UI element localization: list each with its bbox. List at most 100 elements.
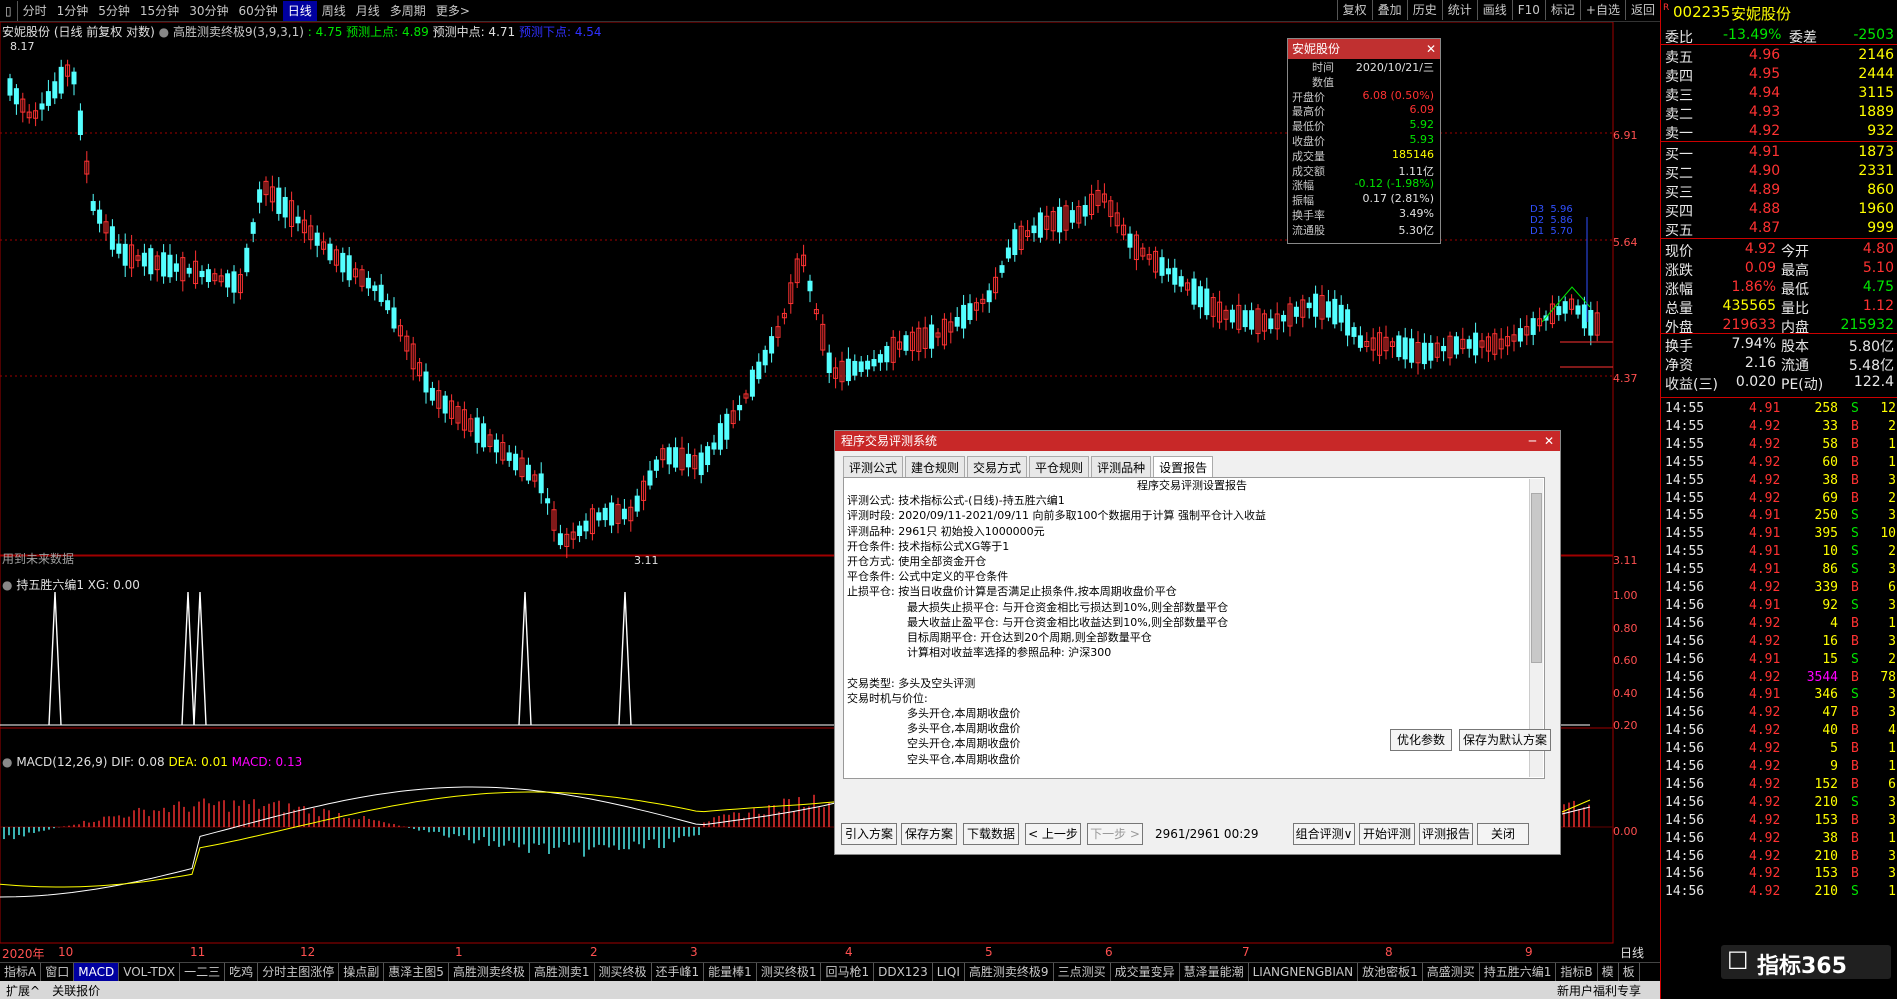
period-tab[interactable]: 1分钟 [52, 1, 94, 21]
indicator-tab[interactable]: DDX123 [874, 963, 933, 981]
indicator-tab[interactable]: 高胜测卖1 [530, 963, 595, 981]
bar-info-window[interactable]: 安妮股份 ✕ 时间 2020/10/21/三 数值 开盘价 6.08 (0.50%) 最高价… [1287, 38, 1441, 244]
trade-cell: B [1851, 580, 1859, 595]
period-label[interactable]: 日线 [1620, 944, 1644, 961]
bid-label: 买一 [1665, 147, 1693, 163]
toolbar-button[interactable]: 历史 [1406, 0, 1442, 20]
dialog-tab[interactable]: 评测公式 [843, 456, 904, 478]
indicator-tab[interactable]: LIANGNENGBIAN [1249, 963, 1359, 981]
period-tab[interactable]: 15分钟 [135, 1, 184, 21]
dialog-button[interactable]: 下一步 > [1087, 823, 1143, 845]
indicator-tab[interactable]: 回马枪1 [821, 963, 875, 981]
period-tab[interactable]: 5分钟 [93, 1, 135, 21]
sub1-y-tick: 1.00 [1613, 589, 1638, 602]
close-icon[interactable]: ✕ [1544, 431, 1554, 451]
period-tab[interactable]: 日线 [282, 0, 317, 21]
toolbar-button[interactable]: 返回 [1624, 0, 1660, 20]
indicator-tab[interactable]: 高胜测卖终极9 [965, 963, 1054, 981]
period-tab[interactable]: 周线 [317, 1, 351, 21]
indicator-tab[interactable]: VOL-TDX [119, 963, 181, 981]
dialog-tab[interactable]: 平仓规则 [1029, 456, 1090, 478]
indicator-tab[interactable]: 一二三 [180, 963, 226, 981]
toolbar-button[interactable]: 标记 [1544, 0, 1580, 20]
expand-button[interactable]: 扩展^ [0, 982, 46, 999]
promo-link[interactable]: 新用户福利专享 [1551, 982, 1647, 999]
period-tab[interactable]: 分时 [18, 1, 52, 21]
trade-cell: 4.92 [1749, 580, 1781, 595]
linked-quote-button[interactable]: 关联报价 [46, 982, 106, 999]
toolbar-button[interactable]: 统计 [1441, 0, 1477, 20]
trade-cell: 14:56 [1665, 884, 1705, 900]
dialog-button[interactable]: 评测报告 [1419, 823, 1473, 845]
indicator-tab[interactable]: 高盛测买 [1423, 963, 1480, 981]
indicator-tab[interactable]: 高胜测卖终极 [449, 963, 530, 981]
toolbar-button[interactable]: +自选 [1579, 0, 1625, 20]
dialog-button[interactable]: 下载数据 [963, 823, 1019, 845]
indicator-tab[interactable]: 惠泽主图5 [384, 963, 449, 981]
indicator-tab[interactable]: 持五胜六编1 [1480, 963, 1557, 981]
dialog-tab[interactable]: 交易方式 [967, 456, 1028, 478]
period-tab[interactable]: 30分钟 [184, 1, 233, 21]
period-tab[interactable]: 多周期 [385, 1, 431, 21]
period-tab[interactable]: 月线 [351, 1, 385, 21]
dialog-tab[interactable]: 设置报告 [1153, 456, 1214, 478]
indicator-tab[interactable]: 指标B [1556, 963, 1598, 981]
minimize-icon[interactable]: ─ [1529, 431, 1536, 451]
dialog-button[interactable]: 关闭 [1477, 823, 1529, 845]
dialog-button[interactable]: 引入方案 [841, 823, 897, 845]
dialog-button[interactable]: < 上一步 [1025, 823, 1081, 845]
trade-cell: 3 [1888, 866, 1896, 882]
indicator-toggle-icon[interactable]: ● [2, 578, 12, 592]
indicator-tab[interactable]: 分时主图涨停 [258, 963, 340, 981]
indicator-tab[interactable]: 测买终极1 [757, 963, 822, 981]
indicator-tab[interactable]: 窗口 [41, 963, 75, 981]
xg-signal-spike [48, 591, 62, 726]
indicator-tab[interactable]: 成交量变异 [1111, 963, 1180, 981]
dialog-button[interactable]: 组合评测∨ [1293, 823, 1355, 845]
toolbar-button[interactable]: 复权 [1336, 0, 1372, 20]
indicator-tab[interactable]: 慧泽量能潮 [1180, 963, 1249, 981]
trade-row: 14:55 4.92 58 B 1 [1661, 437, 1897, 454]
close-icon[interactable]: ✕ [1426, 39, 1436, 59]
dialog-tab[interactable]: 建仓规则 [905, 456, 966, 478]
optimize-params-button[interactable]: 优化参数 [1390, 729, 1452, 751]
indicator-tab[interactable]: 三点测买 [1054, 963, 1111, 981]
info-header[interactable]: 安妮股份 ✕ [1288, 39, 1440, 59]
ask-price: 4.96 [1749, 47, 1781, 63]
backtest-dialog[interactable]: 程序交易评测系统 ─ ✕ 评测公式 建仓规则 交易方式 平仓规则 评测品种 设置报告 程序… [834, 430, 1561, 855]
dialog-button[interactable]: 保存方案 [901, 823, 957, 845]
info-row: 振幅 0.17 (2.81%) [1288, 192, 1440, 207]
x-tick: 1 [455, 945, 463, 959]
indicator-tab[interactable]: 放池密板1 [1358, 963, 1423, 981]
toolbar-button[interactable]: F10 [1511, 0, 1545, 20]
indicator-toggle-icon[interactable]: ● [159, 25, 169, 39]
trade-cell: 3 [1888, 597, 1896, 613]
indicator-tab[interactable]: 吃鸡 [225, 963, 259, 981]
period-tab[interactable]: 更多> [431, 1, 475, 21]
high-price-mark: 8.17 [10, 40, 35, 53]
dialog-button[interactable]: 开始评测 [1359, 823, 1415, 845]
period-tab[interactable]: 60分钟 [233, 1, 282, 21]
indicator-toggle-icon[interactable]: ● [2, 755, 12, 769]
indicator-tab[interactable]: 测买终极 [595, 963, 652, 981]
weibi-row: 委比 -13.49% 委差 -2503 [1661, 27, 1897, 46]
macd-legend: ● MACD(12,26,9) DIF: 0.08 DEA: 0.01 MACD… [2, 755, 302, 769]
trade-row: 14:56 4.92 210 B 3 [1661, 849, 1897, 866]
indicator-tab[interactable]: 指标A [0, 963, 42, 981]
toolbar-button[interactable]: 叠加 [1371, 0, 1407, 20]
indicator-tab[interactable]: 能量棒1 [704, 963, 757, 981]
dialog-tab[interactable]: 评测品种 [1091, 456, 1152, 478]
stat-label: 最高 [1781, 263, 1809, 279]
indicator-tab[interactable]: LIQI [933, 963, 965, 981]
scroll-thumb[interactable] [1531, 493, 1542, 663]
indicator-tab[interactable]: MACD [74, 963, 120, 981]
toolbar-icon-a[interactable]: ▯ [0, 0, 18, 21]
trade-cell: 14:56 [1665, 687, 1705, 703]
toolbar-button[interactable]: 画线 [1476, 0, 1512, 20]
indicator-tab[interactable]: 模 [1598, 963, 1619, 981]
save-default-button[interactable]: 保存为默认方案 [1459, 729, 1551, 751]
dialog-titlebar[interactable]: 程序交易评测系统 ─ ✕ [835, 431, 1560, 451]
indicator-tab[interactable]: 板 [1619, 963, 1640, 981]
indicator-tab[interactable]: 操点副 [339, 963, 385, 981]
indicator-tab[interactable]: 还手峰1 [652, 963, 705, 981]
